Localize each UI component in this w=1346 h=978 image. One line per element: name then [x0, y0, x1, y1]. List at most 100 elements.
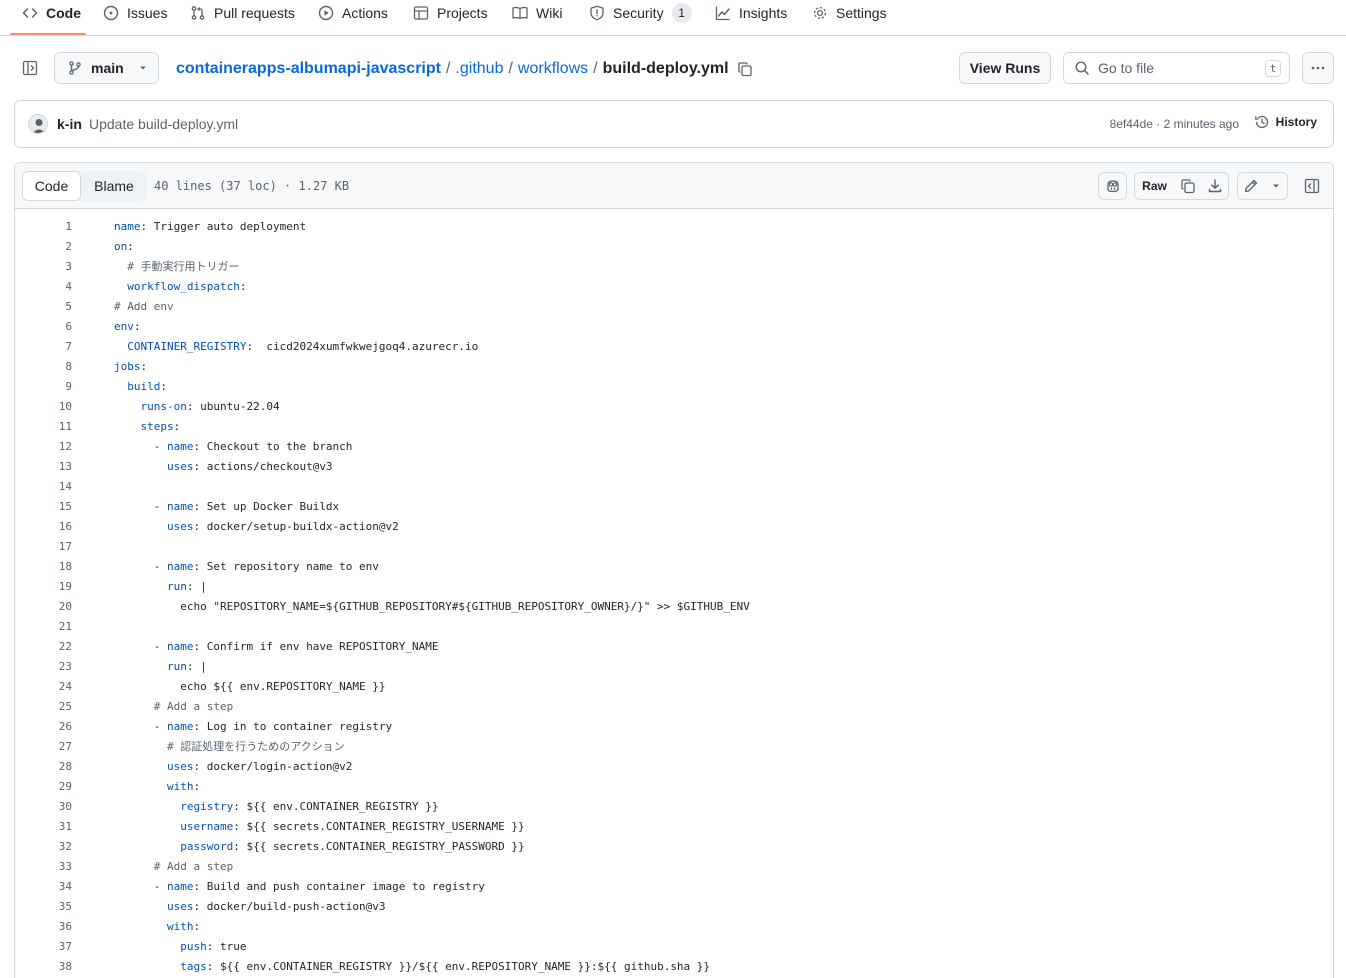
line-number[interactable]: 11 — [15, 420, 72, 433]
line-number[interactable]: 2 — [15, 240, 72, 253]
yaml-text: : ${{ secrets.CONTAINER_REGISTRY_USERNAM… — [233, 819, 525, 833]
line-number[interactable]: 1 — [15, 220, 72, 233]
code-line: 30 registry: ${{ env.CONTAINER_REGISTRY … — [15, 796, 1333, 816]
line-number[interactable]: 12 — [15, 440, 72, 453]
sidebar-toggle-button[interactable] — [20, 59, 40, 79]
line-number[interactable]: 32 — [15, 840, 72, 853]
breadcrumb-repo-link[interactable]: containerapps-albumapi-javascript — [176, 60, 441, 78]
line-number[interactable]: 4 — [15, 280, 72, 293]
copy-path-button[interactable] — [737, 61, 753, 77]
line-number[interactable]: 17 — [15, 540, 72, 553]
yaml-text: : — [193, 779, 201, 793]
yaml-key: run — [166, 659, 187, 673]
line-number[interactable]: 14 — [15, 480, 72, 493]
commit-author-link[interactable]: k-in — [57, 116, 82, 132]
line-number[interactable]: 8 — [15, 360, 72, 373]
copy-raw-button[interactable] — [1174, 172, 1202, 200]
line-number[interactable]: 36 — [15, 920, 72, 933]
line-number[interactable]: 18 — [15, 560, 72, 573]
go-to-file-search[interactable]: Go to file t — [1063, 52, 1290, 84]
code-line: 25 # Add a step — [15, 696, 1333, 716]
symbols-panel-button[interactable] — [1298, 172, 1326, 200]
tab-wiki[interactable]: Wiki — [512, 0, 562, 26]
line-number[interactable]: 9 — [15, 380, 72, 393]
line-number[interactable]: 22 — [15, 640, 72, 653]
copilot-icon — [1105, 178, 1121, 194]
code-icon — [22, 5, 38, 21]
tab-projects[interactable]: Projects — [413, 0, 488, 26]
yaml-key: runs-on — [140, 399, 187, 413]
tab-code[interactable]: Code — [22, 0, 81, 26]
line-number[interactable]: 24 — [15, 680, 72, 693]
breadcrumb-workflows-link[interactable]: workflows — [518, 60, 588, 78]
line-number[interactable]: 16 — [15, 520, 72, 533]
copilot-button[interactable] — [1098, 172, 1127, 200]
code-line: 36 with: — [15, 916, 1333, 936]
line-number[interactable]: 27 — [15, 740, 72, 753]
line-number[interactable]: 21 — [15, 620, 72, 633]
line-number[interactable]: 38 — [15, 960, 72, 973]
code-line: 12 - name: Checkout to the branch — [15, 436, 1333, 456]
yaml-key: uses — [166, 899, 194, 913]
code-line: 29 with: — [15, 776, 1333, 796]
issue-opened-icon — [103, 5, 119, 21]
graph-icon — [715, 5, 731, 21]
line-number[interactable]: 25 — [15, 700, 72, 713]
more-options-button[interactable] — [1302, 52, 1334, 84]
raw-button[interactable]: Raw — [1134, 172, 1175, 200]
avatar[interactable] — [28, 114, 48, 134]
tab-security[interactable]: Security 1 — [589, 0, 692, 26]
line-number[interactable]: 35 — [15, 900, 72, 913]
yaml-comment: # Add a step — [114, 699, 234, 713]
line-number[interactable]: 34 — [15, 880, 72, 893]
breadcrumb-current-file: build-deploy.yml — [602, 60, 729, 77]
commit-sha-and-time[interactable]: 8ef44de · 2 minutes ago — [1110, 117, 1239, 131]
table-icon — [413, 5, 429, 21]
tab-pull-requests[interactable]: Pull requests — [190, 0, 295, 26]
history-button[interactable]: History — [1254, 114, 1317, 130]
line-number[interactable]: 31 — [15, 820, 72, 833]
line-number[interactable]: 6 — [15, 320, 72, 333]
tab-pull-requests-label: Pull requests — [214, 5, 295, 21]
tab-issues[interactable]: Issues — [103, 0, 167, 26]
line-number[interactable]: 13 — [15, 460, 72, 473]
line-number[interactable]: 29 — [15, 780, 72, 793]
yaml-text — [114, 580, 167, 593]
line-number[interactable]: 5 — [15, 300, 72, 313]
line-number[interactable]: 3 — [15, 260, 72, 273]
line-content: # Add a step — [114, 700, 233, 713]
branch-select-button[interactable]: main — [54, 52, 159, 84]
yaml-key: on — [114, 239, 128, 253]
yaml-text: : ubuntu-22.04 — [186, 399, 280, 413]
yaml-text — [114, 840, 180, 853]
line-number[interactable]: 30 — [15, 800, 72, 813]
line-number[interactable]: 28 — [15, 760, 72, 773]
line-number[interactable]: 19 — [15, 580, 72, 593]
tab-actions[interactable]: Actions — [318, 0, 388, 26]
search-shortcut-key: t — [1265, 60, 1281, 77]
blame-view-button[interactable]: Blame — [81, 171, 147, 201]
line-number[interactable]: 26 — [15, 720, 72, 733]
line-number[interactable]: 23 — [15, 660, 72, 673]
tab-insights[interactable]: Insights — [715, 0, 787, 26]
edit-options-dropdown[interactable] — [1264, 172, 1288, 200]
code-line: 14 — [15, 476, 1333, 496]
download-button[interactable] — [1201, 172, 1229, 200]
tab-settings[interactable]: Settings — [812, 0, 887, 26]
line-number[interactable]: 10 — [15, 400, 72, 413]
edit-file-button[interactable] — [1237, 172, 1265, 200]
code-listing[interactable]: 1 name: Trigger auto deployment 2 on: 3 # 手動… — [15, 216, 1333, 976]
line-number[interactable]: 20 — [15, 600, 72, 613]
yaml-comment: # 認証処理を行うためのアクション — [114, 740, 345, 753]
view-runs-button[interactable]: View Runs — [959, 52, 1051, 84]
line-number[interactable]: 7 — [15, 340, 72, 353]
line-number[interactable]: 15 — [15, 500, 72, 513]
commit-message-link[interactable]: Update build-deploy.yml — [89, 116, 238, 132]
line-content: runs-on: ubuntu-22.04 — [114, 400, 280, 413]
code-line: 9 build: — [15, 376, 1333, 396]
code-line: 18 - name: Set repository name to env — [15, 556, 1333, 576]
code-view-button[interactable]: Code — [22, 171, 81, 201]
line-number[interactable]: 33 — [15, 860, 72, 873]
breadcrumb-github-link[interactable]: .github — [455, 60, 503, 78]
line-number[interactable]: 37 — [15, 940, 72, 953]
